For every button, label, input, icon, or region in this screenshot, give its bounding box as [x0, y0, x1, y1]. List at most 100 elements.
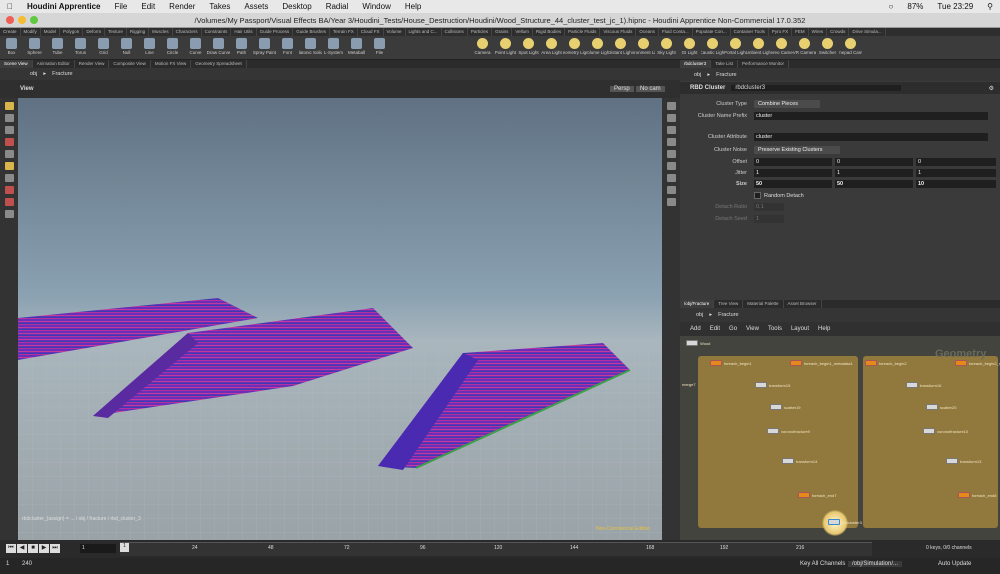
play-icon[interactable]: ▶	[39, 544, 49, 553]
snapshot-icon[interactable]	[666, 198, 676, 206]
zoom-window-button[interactable]	[30, 16, 38, 24]
shelf-tool[interactable]: Circle	[161, 36, 184, 59]
normals-icon[interactable]	[666, 162, 676, 170]
shelf-tab[interactable]: Crowds	[827, 28, 850, 36]
shelf-tab[interactable]: Texture	[105, 28, 127, 36]
current-frame-field[interactable]: 1	[80, 544, 116, 553]
gear-icon[interactable]: ⚙	[989, 85, 994, 92]
spotlight-icon[interactable]: ⚲	[980, 2, 1000, 11]
node-file[interactable]: Wood	[686, 340, 710, 346]
shelf-tab[interactable]: Terrain FX	[330, 28, 358, 36]
shelf-tab[interactable]: Pyro FX	[769, 28, 793, 36]
offset-x-field[interactable]: 0	[754, 157, 832, 166]
background-icon[interactable]	[666, 186, 676, 194]
shelf-tab[interactable]: Wires	[809, 28, 828, 36]
node-transform-right[interactable]: transform16	[906, 382, 941, 388]
snap-tool-icon[interactable]	[4, 186, 14, 194]
menubar-clock[interactable]: Tue 23:29	[930, 2, 980, 11]
offset-z-field[interactable]: 0	[916, 157, 996, 166]
random-detach-checkbox[interactable]	[754, 192, 761, 199]
scale-tool-icon[interactable]	[4, 138, 14, 146]
light-shelf-tool[interactable]: Caustic Light	[701, 36, 724, 59]
light-shelf-tool[interactable]: Gamepad Camera	[839, 36, 862, 59]
shelf-tab[interactable]: Cloud FX	[358, 28, 384, 36]
tab-tree-view[interactable]: Tree View	[714, 300, 744, 308]
shaded-icon[interactable]	[666, 126, 676, 134]
node-foreach-meta-left[interactable]: foreach_begin1_metadata1	[790, 360, 853, 366]
shelf-tab[interactable]: Lights and C...	[406, 28, 442, 36]
path-obj[interactable]: obj	[30, 71, 37, 77]
shelf-tab[interactable]: Viscous Fluids	[600, 28, 637, 36]
menu-takes[interactable]: Takes	[202, 2, 237, 11]
menu-radial[interactable]: Radial	[319, 2, 356, 11]
tab-rbdcluster3[interactable]: rbdcluster3	[680, 60, 712, 68]
shelf-tool[interactable]: Curve	[184, 36, 207, 59]
shelf-tab[interactable]: Muscles	[149, 28, 173, 36]
shelf-tool[interactable]: Grid	[92, 36, 115, 59]
prefix-field[interactable]: cluster	[754, 111, 988, 120]
tab-scene-view[interactable]: Scene View	[0, 60, 33, 68]
wireframe-icon[interactable]	[666, 114, 676, 122]
shelf-tab[interactable]: Create	[0, 28, 21, 36]
light-shelf-tool[interactable]: Sky Light	[655, 36, 678, 59]
shelf-tab[interactable]: Drive Simula...	[849, 28, 886, 36]
shelf-tab[interactable]: Collisions	[442, 28, 468, 36]
rotate-tool-icon[interactable]	[4, 126, 14, 134]
shelf-tab[interactable]: Constraints	[202, 28, 232, 36]
light-shelf-tool[interactable]: Distant Light	[609, 36, 632, 59]
net-path-obj[interactable]: obj	[696, 312, 703, 318]
shelf-tool[interactable]: Line	[138, 36, 161, 59]
net-menu-go[interactable]: Go	[729, 326, 737, 332]
shelf-tool[interactable]: Null	[115, 36, 138, 59]
shelf-tab[interactable]: Populate Con...	[693, 28, 731, 36]
detach-ratio-field[interactable]: 0.1	[754, 202, 784, 211]
detach-seed-field[interactable]: 1	[754, 214, 784, 223]
shelf-tab[interactable]: Characters	[173, 28, 202, 36]
shelf-tool[interactable]: Font	[276, 36, 299, 59]
shelf-tab[interactable]: Deform	[83, 28, 106, 36]
shelf-tool[interactable]: Box	[0, 36, 23, 59]
shelf-tab[interactable]: Container Tools	[731, 28, 769, 36]
stop-icon[interactable]: ■	[28, 544, 38, 553]
view-tool-icon[interactable]	[4, 174, 14, 182]
shelf-tab[interactable]: Hair Utils	[231, 28, 257, 36]
noise-menu[interactable]: Preserve Existing Clusters	[754, 145, 840, 154]
shelf-tab[interactable]: Rigging	[127, 28, 150, 36]
node-transform2-left[interactable]: transform14	[782, 458, 817, 464]
light-shelf-tool[interactable]: Portal Light	[724, 36, 747, 59]
light-shelf-tool[interactable]: GI Light	[678, 36, 701, 59]
range-start[interactable]: 1	[6, 561, 9, 567]
node-voronoi-left[interactable]: voronoifracture9	[767, 428, 810, 434]
node-foreach-end-right[interactable]: foreach_end8	[958, 492, 996, 498]
magnet-tool-icon[interactable]	[4, 198, 14, 206]
size-y-field[interactable]: 50	[835, 179, 913, 188]
menu-file[interactable]: File	[107, 2, 134, 11]
step-back-icon[interactable]: ◀	[17, 544, 27, 553]
shelf-tab[interactable]: Grains	[492, 28, 513, 36]
range-end[interactable]: 240	[22, 561, 32, 567]
tab-material-palette[interactable]: Material Palette	[743, 300, 784, 308]
jitter-z-field[interactable]: 1	[916, 168, 996, 177]
menu-assets[interactable]: Assets	[237, 2, 275, 11]
node-name-field[interactable]: rbdcluster3	[731, 85, 902, 91]
wifi-icon[interactable]: ○	[882, 2, 901, 11]
menu-help[interactable]: Help	[398, 2, 428, 11]
shelf-tool[interactable]: Spray Paint	[253, 36, 276, 59]
key-all-channels[interactable]: Key All Channels	[800, 561, 845, 567]
net-menu-tools[interactable]: Tools	[768, 326, 782, 332]
param-path-obj[interactable]: obj	[694, 72, 701, 78]
light-shelf-tool[interactable]: Spot Light	[517, 36, 540, 59]
shelf-tab[interactable]: Rigid Bodies	[533, 28, 566, 36]
light-shelf-tool[interactable]: Geometry Light	[563, 36, 586, 59]
timeline-track[interactable]: 1 24 48 72 96 120 144 168 192 216	[120, 542, 872, 556]
tab-performance-monitor[interactable]: Performance Monitor	[738, 60, 790, 68]
net-path-fracture[interactable]: Fracture	[718, 312, 738, 318]
apple-icon[interactable]: 	[0, 2, 20, 11]
menu-edit[interactable]: Edit	[134, 2, 162, 11]
shelf-tab[interactable]: Guide Process	[257, 28, 294, 36]
node-voronoi-right[interactable]: voronoifracture10	[923, 428, 968, 434]
shelf-tab[interactable]: Modify	[21, 28, 41, 36]
jitter-y-field[interactable]: 1	[835, 168, 913, 177]
globe-tool-icon[interactable]	[4, 210, 14, 218]
light-shelf-tool[interactable]: VR Camera	[793, 36, 816, 59]
